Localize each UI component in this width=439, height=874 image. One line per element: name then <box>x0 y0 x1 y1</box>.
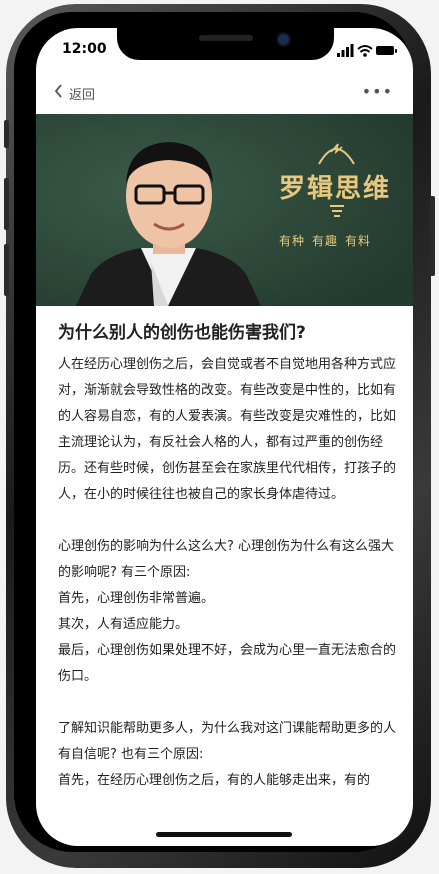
article-paragraph: 最后，心理创伤如果处理不好，会成为心里一直无法愈合的伤口。 <box>58 643 397 684</box>
notch <box>117 28 334 60</box>
back-button[interactable]: 返回 <box>54 83 95 103</box>
more-options-icon[interactable]: ••• <box>362 82 393 101</box>
back-label: 返回 <box>69 87 96 103</box>
article-paragraph: 首先，在经历心理创伤之后，有的人能够走出来，有的 <box>58 773 371 788</box>
article-body: 为什么别人的创伤也能伤害我们? 人在经历心理创伤之后，会自觉或者不自觉地用各种方… <box>58 320 402 794</box>
volume-down-button <box>4 244 9 296</box>
screen: 12:00 返回 ••• 罗辑思维 有种 有趣 有料 为什么别人的创伤也能伤害我… <box>36 28 413 846</box>
front-camera <box>276 32 291 47</box>
battery-icon <box>376 46 397 55</box>
chevron-left-icon <box>54 84 63 102</box>
article-paragraph: 了解知识能帮助更多人，为什么我对这门课能帮助更多的人有自信呢? 也有三个原因: <box>58 721 397 762</box>
tagline-item: 有种 <box>279 234 306 248</box>
volume-up-button <box>4 178 9 230</box>
status-icons <box>337 43 397 57</box>
article-paragraph: 其次，人有适应能力。 <box>58 617 189 632</box>
tagline-item: 有趣 <box>312 234 339 248</box>
tagline-item: 有料 <box>345 234 372 248</box>
home-indicator[interactable] <box>156 832 292 837</box>
article-title: 为什么别人的创伤也能伤害我们? <box>58 323 306 343</box>
article-paragraph: 首先，心理创伤非常普遍。 <box>58 591 215 606</box>
nav-bar: 返回 ••• <box>36 70 413 114</box>
speaker-grille <box>199 35 253 41</box>
article-paragraph: 心理创伤的影响为什么这么大? 心理创伤为什么有这么强大的影响呢? 有三个原因: <box>58 539 395 580</box>
silent-switch <box>4 120 9 148</box>
power-button <box>430 196 435 276</box>
signal-icon <box>337 44 354 57</box>
article-paragraph: 人在经历心理创伤之后，会自觉或者不自觉地用各种方式应对，渐渐就会导致性格的改变。… <box>58 357 397 502</box>
status-time: 12:00 <box>62 41 107 57</box>
brand-tagline: 有种 有趣 有料 <box>279 232 378 249</box>
banner-illustration <box>36 114 413 306</box>
wifi-icon <box>357 45 373 57</box>
course-banner: 罗辑思维 有种 有趣 有料 <box>36 114 413 306</box>
brand-logo-text: 罗辑思维 <box>279 174 392 204</box>
